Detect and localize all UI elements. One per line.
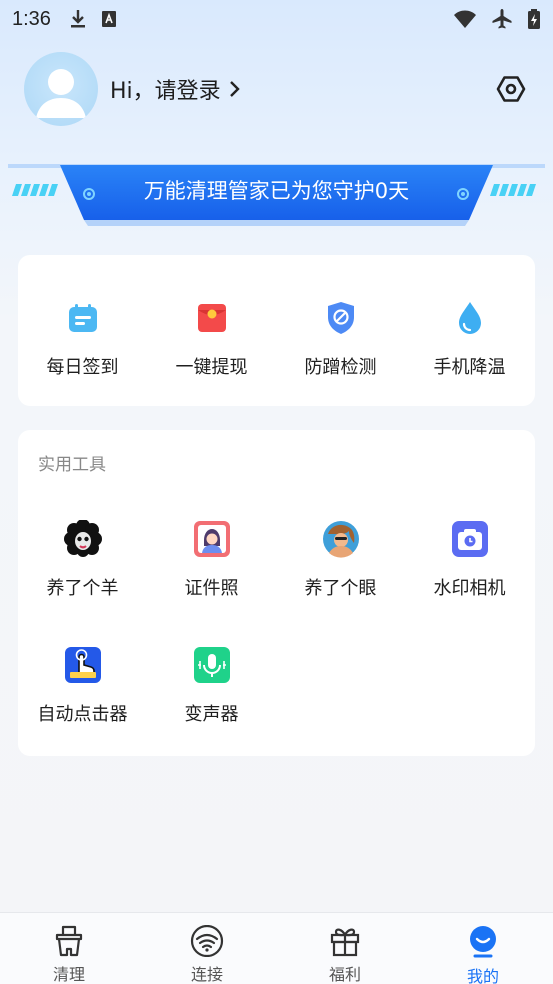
id-photo-icon bbox=[193, 521, 230, 557]
tool-watermark-camera[interactable]: 水印相机 bbox=[405, 520, 534, 600]
tool-label: 变声器 bbox=[184, 704, 239, 725]
tool-voice-changer[interactable]: 变声器 bbox=[147, 646, 276, 726]
wifi-signal-icon bbox=[454, 10, 476, 28]
header: Hi，请登录 bbox=[24, 52, 529, 126]
chevron-right-icon bbox=[229, 81, 240, 97]
tool-label: 证件照 bbox=[184, 578, 239, 599]
quick-actions-card: 每日签到 一键提现 防蹭检测 手机降温 bbox=[18, 255, 535, 406]
gift-icon bbox=[330, 928, 360, 957]
tool-id-photo[interactable]: 证件照 bbox=[147, 520, 276, 600]
broom-icon bbox=[55, 925, 83, 957]
tool-label: 养了个眼 bbox=[304, 578, 377, 599]
quick-action-label: 一键提现 bbox=[175, 357, 248, 378]
tool-label: 养了个羊 bbox=[46, 578, 119, 599]
tab-label: 我的 bbox=[466, 967, 499, 984]
airplane-icon bbox=[492, 9, 512, 29]
avatar[interactable] bbox=[24, 52, 98, 126]
quick-action-label: 每日签到 bbox=[46, 357, 119, 378]
avatar-placeholder-icon bbox=[36, 69, 86, 118]
settings-button[interactable] bbox=[493, 71, 529, 107]
water-drop-icon bbox=[458, 302, 481, 334]
login-link[interactable]: Hi，请登录 bbox=[110, 73, 241, 105]
tool-label: 水印相机 bbox=[433, 578, 506, 599]
greeting-text: Hi，请登录 bbox=[110, 79, 221, 104]
sheep-icon bbox=[63, 520, 102, 557]
quick-action-cool-down[interactable]: 手机降温 bbox=[405, 299, 534, 379]
tab-clean[interactable]: 清理 bbox=[0, 913, 138, 984]
microphone-icon bbox=[193, 647, 230, 683]
tools-card: 实用工具 养了个羊 证件照 养了个眼 水印相机 自动点击器 变声器 bbox=[18, 430, 535, 756]
wifi-icon bbox=[190, 925, 224, 957]
portrait-icon bbox=[322, 521, 359, 558]
profile-icon bbox=[470, 926, 496, 958]
quick-action-label: 防蹭检测 bbox=[304, 357, 377, 378]
settings-hexagon-icon bbox=[496, 76, 526, 102]
tab-mine[interactable]: 我的 bbox=[414, 913, 552, 984]
calendar-icon bbox=[68, 304, 97, 332]
battery-charging-icon bbox=[528, 9, 540, 29]
tool-label: 自动点击器 bbox=[37, 704, 128, 725]
tab-label: 清理 bbox=[52, 965, 85, 984]
protection-banner: 万能清理管家已为您守护0天 bbox=[8, 160, 545, 228]
quick-action-anti-leech[interactable]: 防蹭检测 bbox=[276, 299, 405, 379]
tab-label: 福利 bbox=[328, 965, 361, 984]
tool-eye-candy[interactable]: 养了个眼 bbox=[276, 520, 405, 600]
tab-connect[interactable]: 连接 bbox=[138, 913, 276, 984]
status-time: 1:36 bbox=[12, 7, 51, 30]
tab-benefits[interactable]: 福利 bbox=[276, 913, 414, 984]
font-a-icon bbox=[101, 11, 116, 27]
camera-icon bbox=[451, 521, 488, 557]
banner-text: 万能清理管家已为您守护0天 bbox=[143, 179, 410, 203]
red-envelope-icon bbox=[197, 304, 226, 332]
tool-auto-clicker[interactable]: 自动点击器 bbox=[18, 646, 147, 726]
status-bar: 1:36 bbox=[0, 0, 553, 38]
tab-label: 连接 bbox=[190, 965, 223, 984]
section-title: 实用工具 bbox=[38, 455, 106, 475]
quick-action-label: 手机降温 bbox=[433, 357, 506, 378]
quick-action-daily-checkin[interactable]: 每日签到 bbox=[18, 299, 147, 379]
tool-sheep-game[interactable]: 养了个羊 bbox=[18, 520, 147, 600]
shield-icon bbox=[327, 302, 354, 334]
quick-action-withdraw[interactable]: 一键提现 bbox=[147, 299, 276, 379]
download-icon bbox=[70, 10, 85, 28]
auto-clicker-icon bbox=[64, 647, 101, 683]
bottom-tab-bar: 清理 连接 福利 我的 bbox=[0, 912, 553, 984]
